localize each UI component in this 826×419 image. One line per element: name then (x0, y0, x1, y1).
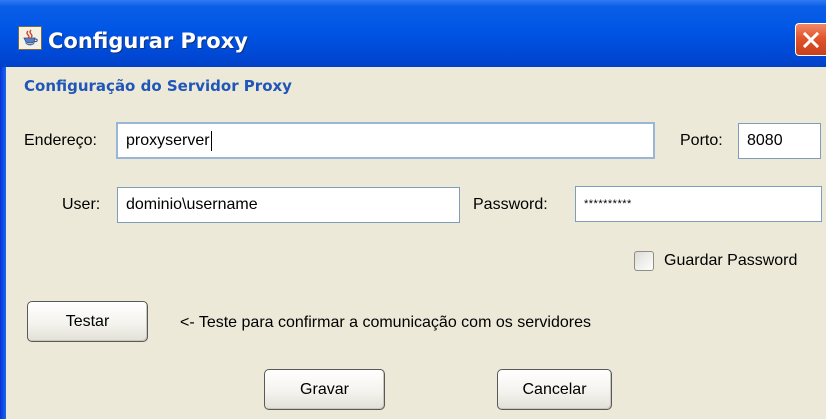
configurar-proxy-dialog: Configurar Proxy Configuração do Servido… (0, 0, 826, 419)
save-button-label: Gravar (300, 380, 349, 398)
dialog-content (6, 67, 826, 419)
test-hint-text: <- Teste para confirmar a comunicação co… (180, 314, 591, 331)
save-password-checkbox[interactable] (634, 251, 654, 271)
user-value: dominio\username (126, 196, 258, 213)
port-value: 8080 (747, 132, 783, 149)
user-input[interactable]: dominio\username (117, 187, 460, 223)
test-button-label: Testar (65, 312, 110, 330)
text-caret (210, 130, 212, 151)
address-label: Endereço: (24, 132, 97, 149)
save-password-label[interactable]: Guardar Password (664, 251, 797, 271)
close-icon (802, 31, 820, 49)
test-button[interactable]: Testar (27, 301, 148, 342)
port-input[interactable]: 8080 (738, 123, 821, 159)
port-label: Porto: (680, 132, 723, 149)
address-input[interactable]: proxyserver (116, 122, 655, 159)
close-button[interactable] (795, 23, 826, 56)
save-button[interactable]: Gravar (264, 369, 385, 410)
window-title: Configurar Proxy (48, 29, 248, 53)
java-cup-icon (18, 26, 42, 50)
password-value: ********** (584, 198, 632, 210)
password-label: Password: (473, 196, 548, 213)
cancel-button-label: Cancelar (522, 380, 587, 398)
section-title: Configuração do Servidor Proxy (24, 77, 292, 95)
address-value: proxyserver (126, 131, 210, 149)
title-bar[interactable]: Configurar Proxy (0, 0, 826, 68)
user-label: User: (62, 196, 101, 213)
cancel-button[interactable]: Cancelar (497, 369, 612, 410)
password-input[interactable]: ********** (575, 186, 822, 222)
